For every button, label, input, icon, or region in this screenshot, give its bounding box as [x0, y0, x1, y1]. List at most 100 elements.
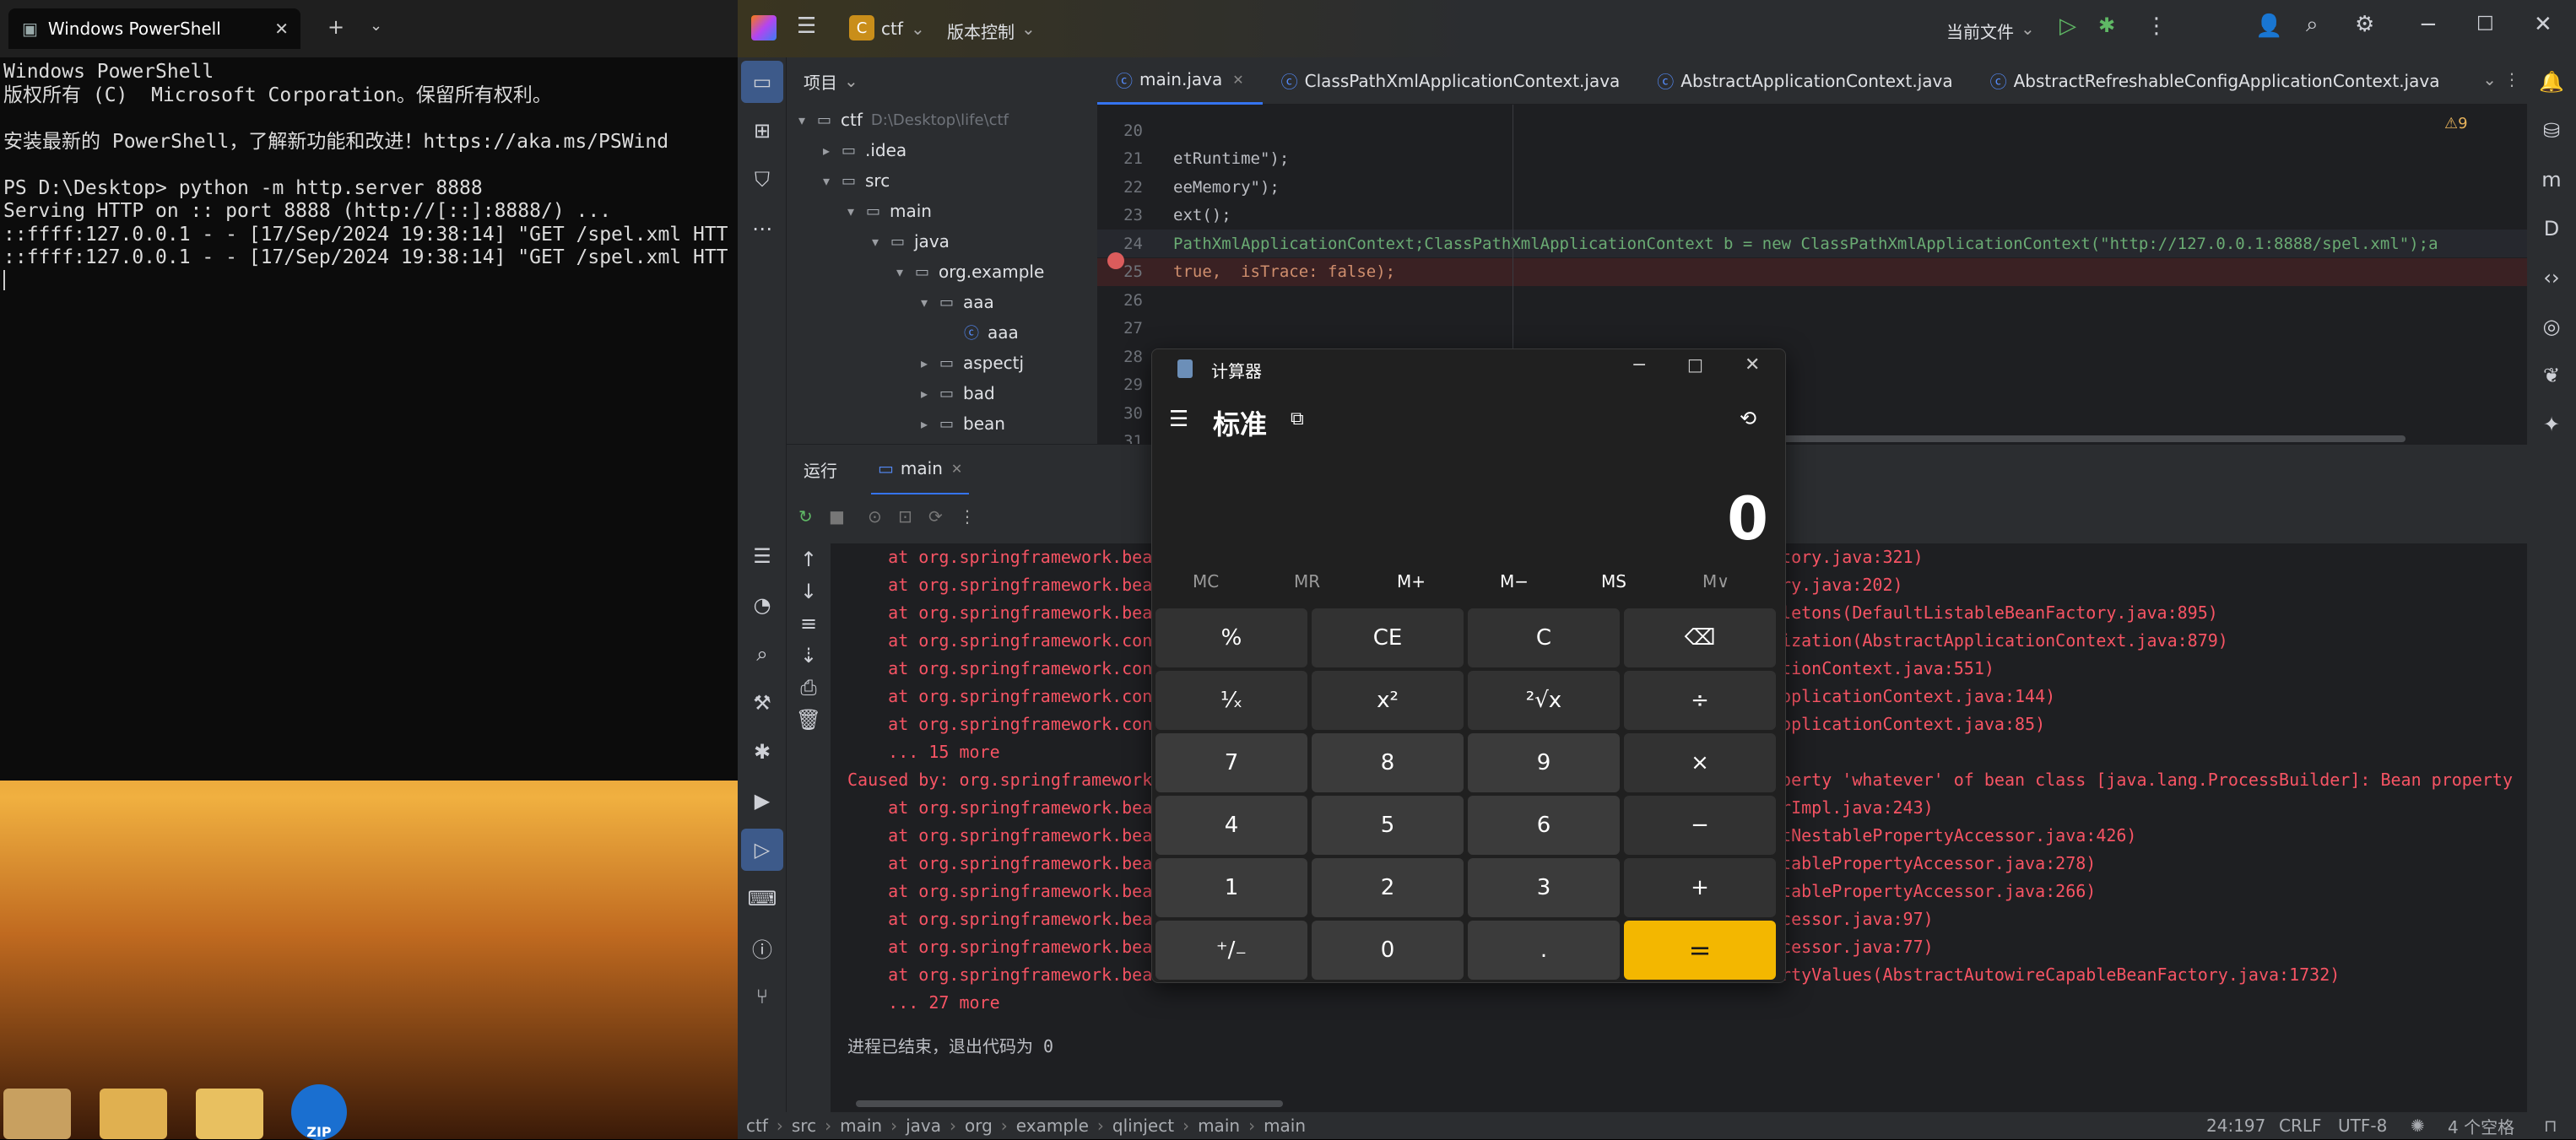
breadcrumb-item[interactable]: main: [1264, 1116, 1306, 1136]
calc-key[interactable]: 5: [1312, 796, 1464, 855]
close-tab-icon[interactable]: ✕: [1232, 72, 1243, 88]
chevron-down-icon[interactable]: ▾: [823, 173, 842, 189]
breadcrumb-item[interactable]: example: [1016, 1116, 1089, 1136]
chevron-down-icon[interactable]: ▾: [921, 294, 939, 311]
powershell-window[interactable]: ▣ Windows PowerShell ✕ + ⌄ Windows Power…: [0, 0, 739, 781]
calc-key[interactable]: 2: [1312, 858, 1464, 917]
console-line-right[interactable]: operty 'whatever' of bean class [java.la…: [1771, 766, 2513, 794]
coverage-icon[interactable]: ◎: [2527, 302, 2576, 351]
desktop-pdf-icon[interactable]: [100, 1089, 167, 1139]
minimize-icon[interactable]: −: [2419, 12, 2438, 37]
calc-key[interactable]: ²√x: [1468, 671, 1620, 730]
indent-setting[interactable]: 4 个空格: [2448, 1114, 2514, 1138]
chevron-right-icon[interactable]: ▸: [921, 386, 939, 402]
editor-hscrollbar[interactable]: [1680, 435, 2406, 442]
restore-icon[interactable]: ⊡: [898, 506, 912, 527]
tree-item[interactable]: ▸ ▭ aspectj: [787, 348, 1097, 378]
calc-key[interactable]: =: [1624, 921, 1776, 980]
settings-gear-icon[interactable]: ⚙: [2355, 12, 2374, 37]
more-tools-icon[interactable]: ⋯: [738, 204, 787, 253]
tabs-more-icon[interactable]: ⋮: [2503, 69, 2520, 89]
editor-tab[interactable]: ⓒ AbstractRefreshableConfigApplicationCon…: [1972, 57, 2459, 105]
arrow-up-icon[interactable]: ↑: [787, 543, 831, 575]
tree-item[interactable]: ▾ ▭ src: [787, 165, 1097, 196]
arrow-down-icon[interactable]: ↓: [787, 575, 831, 608]
problems-icon[interactable]: ⓘ: [738, 923, 787, 972]
minimize-icon[interactable]: −: [1632, 354, 1647, 375]
tabs-dropdown-icon[interactable]: ⌄: [2482, 69, 2497, 89]
breadcrumb-item[interactable]: main: [840, 1116, 882, 1136]
maximize-icon[interactable]: □: [2476, 12, 2494, 33]
more-icon[interactable]: ⋮: [959, 506, 976, 527]
console-line-right[interactable]: ccessor.java:97): [1771, 905, 1934, 933]
run-config-chevron-icon[interactable]: ⌄: [2021, 19, 2035, 39]
calculator-window[interactable]: 计算器 − □ ✕ ☰ 标准 ⧉ ⟲ 0 MC MR M+ M− MS M∨ % CE C ⌫ ¹…: [1151, 348, 1786, 983]
breadcrumb-item[interactable]: java: [906, 1116, 941, 1136]
console-line-right[interactable]: ccessor.java:77): [1771, 933, 1934, 961]
screenshot-icon[interactable]: ⊙: [868, 506, 882, 527]
chevron-right-icon[interactable]: ▸: [921, 416, 939, 432]
search-icon[interactable]: ⌕: [2306, 12, 2319, 38]
database-icon[interactable]: ⛁: [2527, 106, 2576, 155]
new-tab-icon[interactable]: +: [327, 15, 344, 39]
add-user-icon[interactable]: 👤: [2255, 14, 2282, 39]
close-window-icon[interactable]: ✕: [1745, 354, 1760, 375]
console-line-right[interactable]: stablePropertyAccessor.java:278): [1771, 850, 2096, 878]
calc-key[interactable]: ⌫: [1624, 608, 1776, 667]
breadcrumb-item[interactable]: src: [792, 1116, 816, 1136]
profiler-icon[interactable]: ◔: [738, 581, 787, 629]
project-name[interactable]: ctf: [881, 19, 903, 39]
git-icon[interactable]: ⑂: [738, 972, 787, 1021]
scroll-end-icon[interactable]: ⇣: [787, 640, 831, 672]
console-line-right[interactable]: ationContext.java:551): [1771, 655, 1994, 683]
memory-button[interactable]: M+: [1397, 571, 1426, 592]
desktop-file-icon[interactable]: [3, 1089, 71, 1139]
keep-on-top-icon[interactable]: ⧉: [1291, 408, 1304, 430]
breadcrumb-item[interactable]: org: [965, 1116, 993, 1136]
terminal-tool-icon[interactable]: ⌨: [738, 874, 787, 923]
console-line-right[interactable]: ctNestablePropertyAccessor.java:426): [1771, 822, 2136, 850]
maximize-icon[interactable]: □: [1687, 354, 1703, 375]
breadcrumb-item[interactable]: main: [1198, 1116, 1240, 1136]
leaf-icon[interactable]: ❦: [2527, 351, 2576, 400]
calc-key[interactable]: 7: [1155, 733, 1307, 792]
powershell-tab[interactable]: ▣ Windows PowerShell ✕: [8, 8, 300, 49]
tree-item[interactable]: ⓒ aaa: [787, 317, 1097, 348]
ai-assistant-icon[interactable]: ✦: [2527, 400, 2576, 449]
editor-tab[interactable]: ⓒ AbstractApplicationContext.java: [1638, 57, 1971, 105]
breadcrumb-item[interactable]: qlinject: [1112, 1116, 1174, 1136]
lock-icon[interactable]: ⊓: [2544, 1116, 2557, 1136]
calc-key[interactable]: 9: [1468, 733, 1620, 792]
calc-key[interactable]: CE: [1312, 608, 1464, 667]
run-tool-icon[interactable]: ▷: [741, 829, 783, 871]
calc-key[interactable]: 4: [1155, 796, 1307, 855]
stop-icon[interactable]: ■: [829, 506, 845, 527]
console-line-right[interactable]: stablePropertyAccessor.java:266): [1771, 878, 2096, 905]
run-config-select[interactable]: 当前文件: [1946, 19, 2014, 43]
threads-icon[interactable]: ⟳: [928, 506, 943, 527]
desktop-folder-icon[interactable]: [196, 1089, 263, 1139]
powershell-output[interactable]: Windows PowerShell 版权所有 (C) Microsoft Cor…: [3, 61, 738, 290]
chevron-down-icon[interactable]: ⌄: [370, 17, 382, 35]
tree-item[interactable]: ▾ ▭ java: [787, 226, 1097, 257]
chevron-down-icon[interactable]: ▾: [872, 234, 890, 250]
chevron-right-icon[interactable]: ▸: [921, 355, 939, 371]
calc-key[interactable]: ÷: [1624, 671, 1776, 730]
calc-key[interactable]: %: [1155, 608, 1307, 667]
calc-key[interactable]: ×: [1624, 733, 1776, 792]
calc-key[interactable]: 3: [1468, 858, 1620, 917]
vcs-chevron-icon[interactable]: ⌄: [1021, 19, 1036, 39]
calc-key[interactable]: ⁺∕₋: [1155, 921, 1307, 980]
tree-item[interactable]: ▾ ▭ org.example: [787, 257, 1097, 287]
console-line-right[interactable]: ApplicationContext.java:144): [1771, 683, 2055, 710]
breadcrumb-item[interactable]: ctf: [746, 1116, 768, 1136]
file-encoding[interactable]: UTF-8: [2338, 1116, 2387, 1136]
chevron-down-icon[interactable]: ▾: [896, 264, 915, 280]
chevron-right-icon[interactable]: ▸: [823, 143, 842, 159]
cursor-position[interactable]: 24:197: [2206, 1116, 2265, 1136]
endpoints-icon[interactable]: ‹›: [2527, 253, 2576, 302]
debug-icon[interactable]: ✱: [2098, 14, 2115, 37]
calc-key[interactable]: .: [1468, 921, 1620, 980]
gradle-icon[interactable]: D: [2527, 204, 2576, 253]
editor-tab[interactable]: ⓒ ClassPathXmlApplicationContext.java: [1263, 57, 1639, 105]
